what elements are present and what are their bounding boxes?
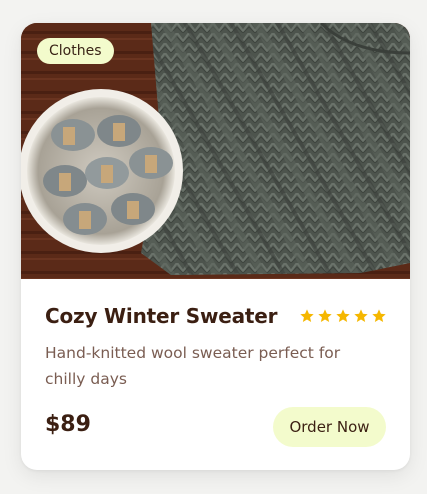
star-icon [354, 309, 368, 322]
star-icon [336, 309, 350, 322]
rating-stars [299, 308, 387, 324]
star-icon [372, 309, 386, 322]
product-image: Clothes [21, 23, 410, 279]
order-now-button[interactable]: Order Now [273, 407, 386, 447]
category-badge: Clothes [37, 38, 114, 64]
product-price: $89 [45, 412, 91, 437]
product-description: Hand-knitted wool sweater perfect for ch… [45, 344, 341, 388]
product-title: Cozy Winter Sweater [45, 304, 278, 328]
product-card[interactable]: Clothes Cozy Winter Sweater Hand-knitted… [21, 23, 410, 470]
star-icon [318, 309, 332, 322]
star-icon [300, 309, 314, 322]
